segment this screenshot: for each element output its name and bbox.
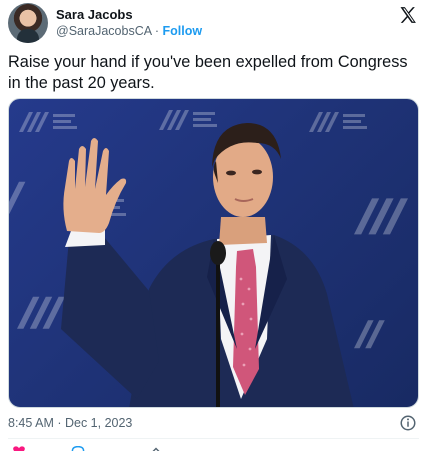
photo-illustration <box>9 110 408 407</box>
tweet-text: Raise your hand if you've been expelled … <box>8 53 408 92</box>
author-meta: @SaraJacobsCA · Follow <box>56 24 202 38</box>
share-icon[interactable] <box>148 446 164 451</box>
reply-icon[interactable] <box>70 446 86 451</box>
follow-button[interactable]: Follow <box>163 24 203 38</box>
heart-icon[interactable] <box>12 446 26 451</box>
tweet-timestamp[interactable]: 8:45 AM · Dec 1, 2023 <box>8 416 132 430</box>
meta-separator: · <box>154 24 160 38</box>
author-name[interactable]: Sara Jacobs <box>56 7 133 22</box>
tweet-header: Sara Jacobs @SaraJacobsCA · Follow <box>8 3 424 43</box>
x-logo-icon[interactable] <box>398 5 418 25</box>
tweet-photo[interactable] <box>8 98 419 408</box>
action-bar <box>8 444 419 451</box>
info-icon[interactable] <box>399 414 417 432</box>
author-handle[interactable]: @SaraJacobsCA <box>56 24 151 38</box>
divider <box>8 438 419 439</box>
avatar[interactable] <box>8 3 48 43</box>
avatar-figure <box>17 29 39 43</box>
